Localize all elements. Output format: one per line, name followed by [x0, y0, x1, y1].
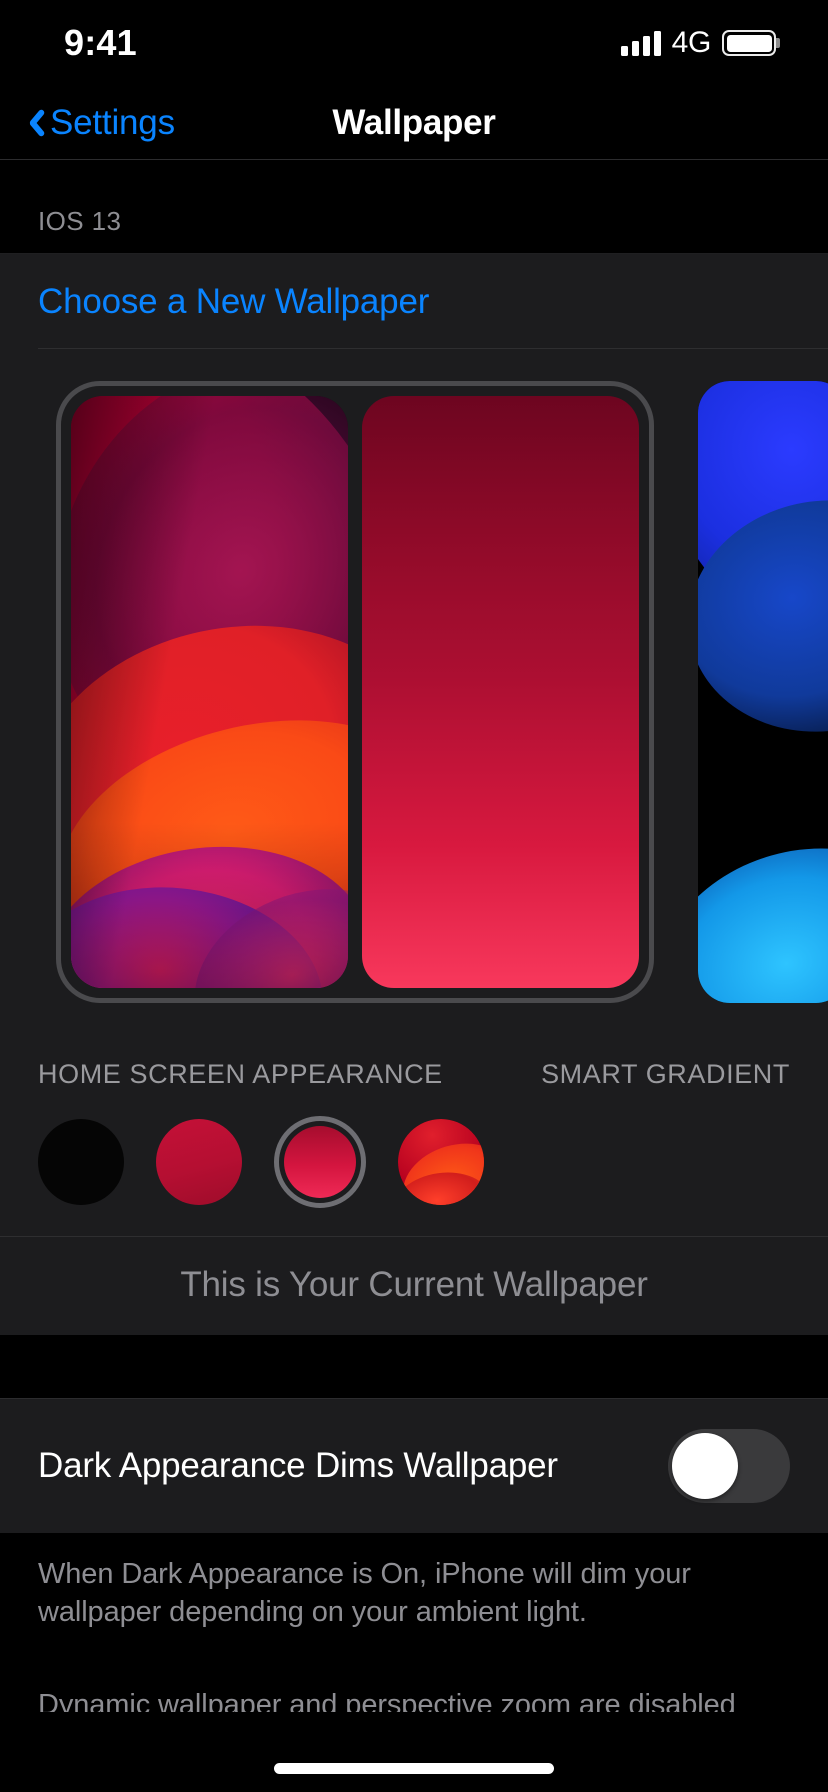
cellular-signal-icon [620, 30, 661, 56]
section-header-os: IOS 13 [0, 160, 828, 254]
next-wallpaper-thumbnail [698, 381, 828, 1003]
swatch-smart-gradient[interactable] [274, 1116, 366, 1208]
home-screen-preview[interactable] [362, 396, 639, 988]
footer-description-secondary: Dynamic wallpaper and perspective zoom a… [38, 1688, 736, 1712]
footer-description: When Dark Appearance is On, iPhone will … [38, 1558, 691, 1629]
section-spacer [0, 1335, 828, 1399]
back-button[interactable]: Settings [24, 103, 175, 143]
chevron-left-icon [24, 106, 44, 140]
navigation-bar: Settings Wallpaper [0, 86, 828, 160]
swatch-original-image[interactable] [398, 1119, 484, 1205]
carousel-track[interactable] [0, 381, 828, 1033]
choose-new-wallpaper-button[interactable]: Choose a New Wallpaper [0, 254, 828, 348]
battery-icon [722, 30, 780, 56]
dark-appearance-row[interactable]: Dark Appearance Dims Wallpaper [0, 1399, 828, 1533]
iphone-screen: 9:41 4G Settings Wallpaper IOS 13 Choose… [0, 0, 828, 1792]
wallpaper-group: Choose a New Wallpaper HOME SCREEN APPEA… [0, 254, 828, 1335]
wallpaper-pair-selected[interactable] [56, 381, 654, 1003]
wallpaper-preview-carousel[interactable] [0, 349, 828, 1033]
home-indicator[interactable] [274, 1763, 554, 1774]
footer-text-block: When Dark Appearance is On, iPhone will … [0, 1533, 828, 1712]
dark-appearance-toggle[interactable] [668, 1429, 790, 1503]
lock-screen-preview[interactable] [71, 396, 348, 988]
appearance-swatch-row[interactable] [0, 1098, 828, 1236]
network-type-label: 4G [671, 26, 712, 59]
status-bar-indicators: 4G [620, 26, 780, 60]
status-bar: 9:41 4G [0, 0, 828, 86]
home-screen-appearance-label: SMART GRADIENT [541, 1059, 790, 1089]
status-bar-time: 9:41 [64, 22, 137, 63]
toggle-knob [672, 1433, 738, 1499]
swatch-black[interactable] [38, 1119, 124, 1205]
back-button-label: Settings [50, 102, 175, 142]
dark-appearance-label: Dark Appearance Dims Wallpaper [38, 1446, 558, 1485]
lock-screen-appearance-label: HOME SCREEN APPEARANCE [38, 1059, 443, 1089]
current-wallpaper-row[interactable]: This is Your Current Wallpaper [0, 1236, 828, 1335]
wallpaper-pair-next[interactable] [698, 381, 828, 1003]
appearance-labels-row: HOME SCREEN APPEARANCE SMART GRADIENT [0, 1033, 828, 1098]
swatch-solid-crimson[interactable] [156, 1119, 242, 1205]
